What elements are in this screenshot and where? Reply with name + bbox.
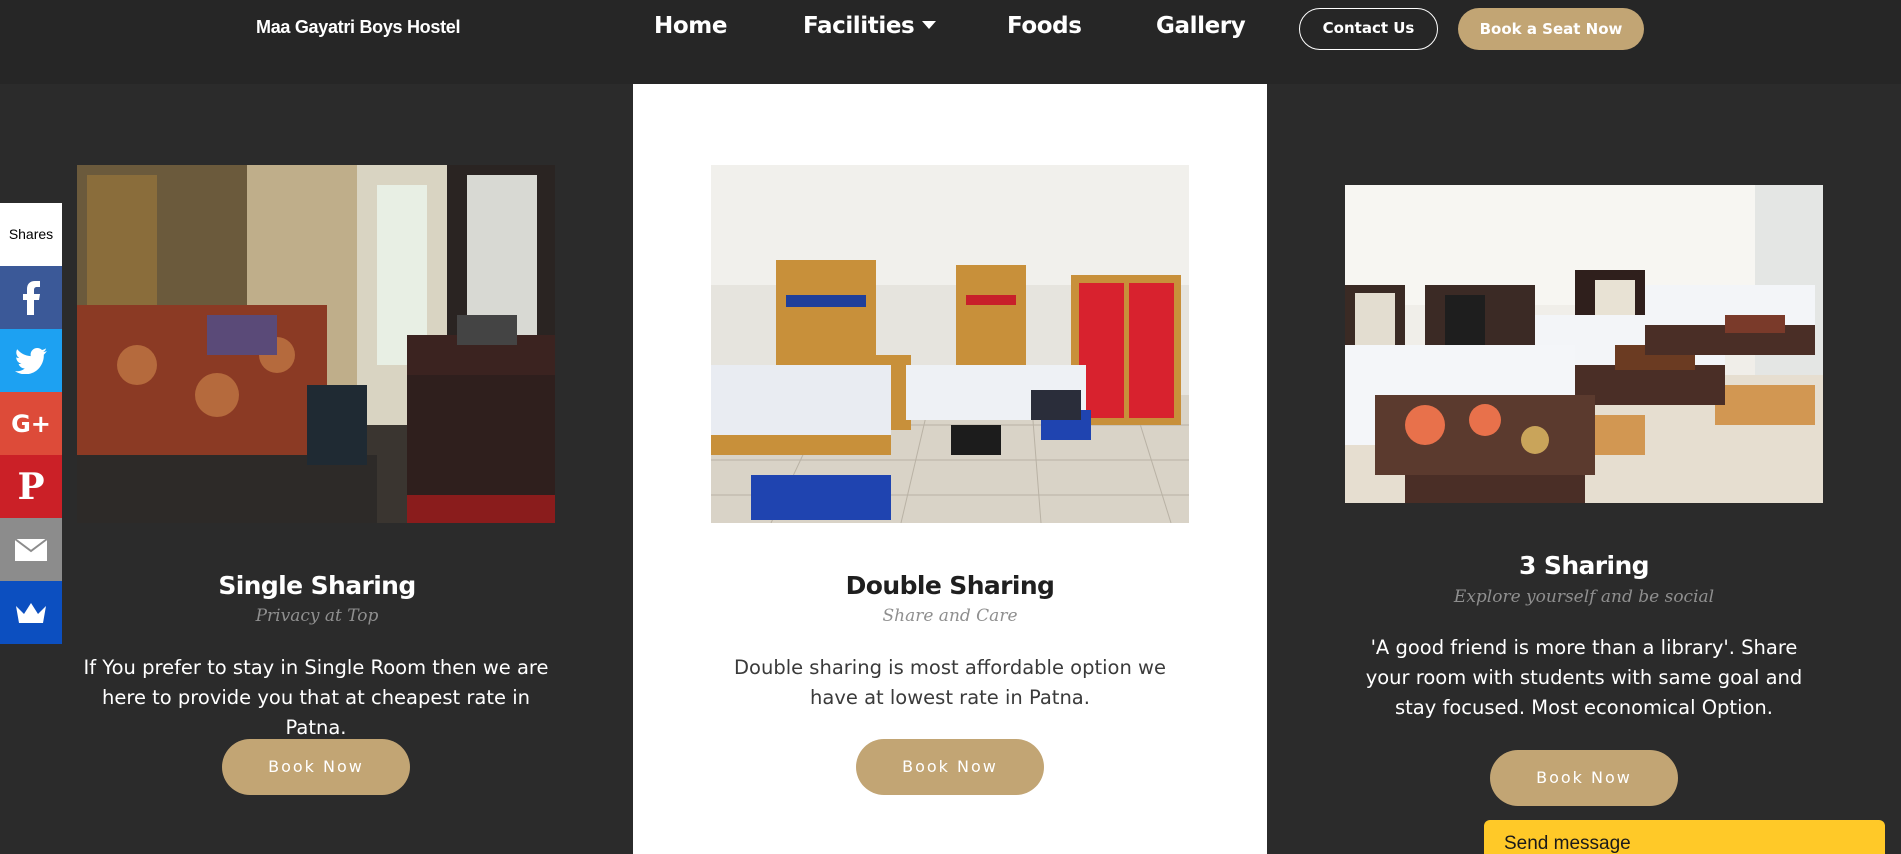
- twitter-share-button[interactable]: [0, 329, 62, 392]
- nav-facilities-label: Facilities: [803, 13, 915, 39]
- card-title-double: Double Sharing: [845, 571, 1055, 600]
- nav-foods[interactable]: Foods: [1007, 13, 1082, 39]
- shares-label: Shares: [0, 203, 62, 266]
- card-desc-single: If You prefer to stay in Single Room the…: [83, 656, 549, 739]
- book-now-double-button[interactable]: Book Now: [856, 739, 1044, 795]
- contact-us-button[interactable]: Contact Us: [1299, 8, 1438, 50]
- caret-down-icon: [922, 21, 937, 29]
- book-now-three-button[interactable]: Book Now: [1490, 750, 1678, 806]
- card-subtitle-three: Explore yourself and be social: [1453, 587, 1715, 607]
- card-title-three: 3 Sharing: [1519, 551, 1650, 580]
- book-now-single-button[interactable]: Book Now: [222, 739, 410, 795]
- google-plus-share-button[interactable]: G+: [0, 392, 62, 455]
- nav-home[interactable]: Home: [654, 13, 727, 39]
- share-sidebar: Shares G+ P: [0, 203, 62, 644]
- email-share-button[interactable]: [0, 518, 62, 581]
- facebook-icon: [23, 280, 40, 315]
- sumome-share-button[interactable]: [0, 581, 62, 644]
- facebook-share-button[interactable]: [0, 266, 62, 329]
- double-room-photo: [711, 165, 1189, 523]
- pinterest-share-button[interactable]: P: [0, 455, 62, 518]
- card-title-single: Single Sharing: [218, 571, 416, 600]
- site-brand[interactable]: Maa Gayatri Boys Hostel: [256, 17, 460, 38]
- send-message-chat-widget[interactable]: Send message: [1484, 820, 1885, 854]
- card-desc-three: 'A good friend is more than a library'. …: [1365, 636, 1803, 719]
- book-seat-button[interactable]: Book a Seat Now: [1458, 8, 1644, 50]
- single-room-photo: [77, 165, 555, 523]
- google-plus-icon: G+: [11, 409, 51, 438]
- email-icon: [14, 537, 48, 561]
- crown-icon: [16, 602, 46, 623]
- card-subtitle-double: Share and Care: [882, 606, 1018, 626]
- pinterest-icon: P: [17, 465, 45, 508]
- twitter-icon: [15, 347, 47, 374]
- card-subtitle-single: Privacy at Top: [255, 606, 379, 626]
- nav-facilities[interactable]: Facilities: [803, 13, 937, 39]
- site-header: Maa Gayatri Boys Hostel Home Facilities …: [0, 0, 1901, 84]
- nav-gallery[interactable]: Gallery: [1156, 13, 1246, 39]
- three-sharing-room-photo: [1345, 185, 1823, 503]
- card-desc-double: Double sharing is most affordable option…: [734, 656, 1166, 709]
